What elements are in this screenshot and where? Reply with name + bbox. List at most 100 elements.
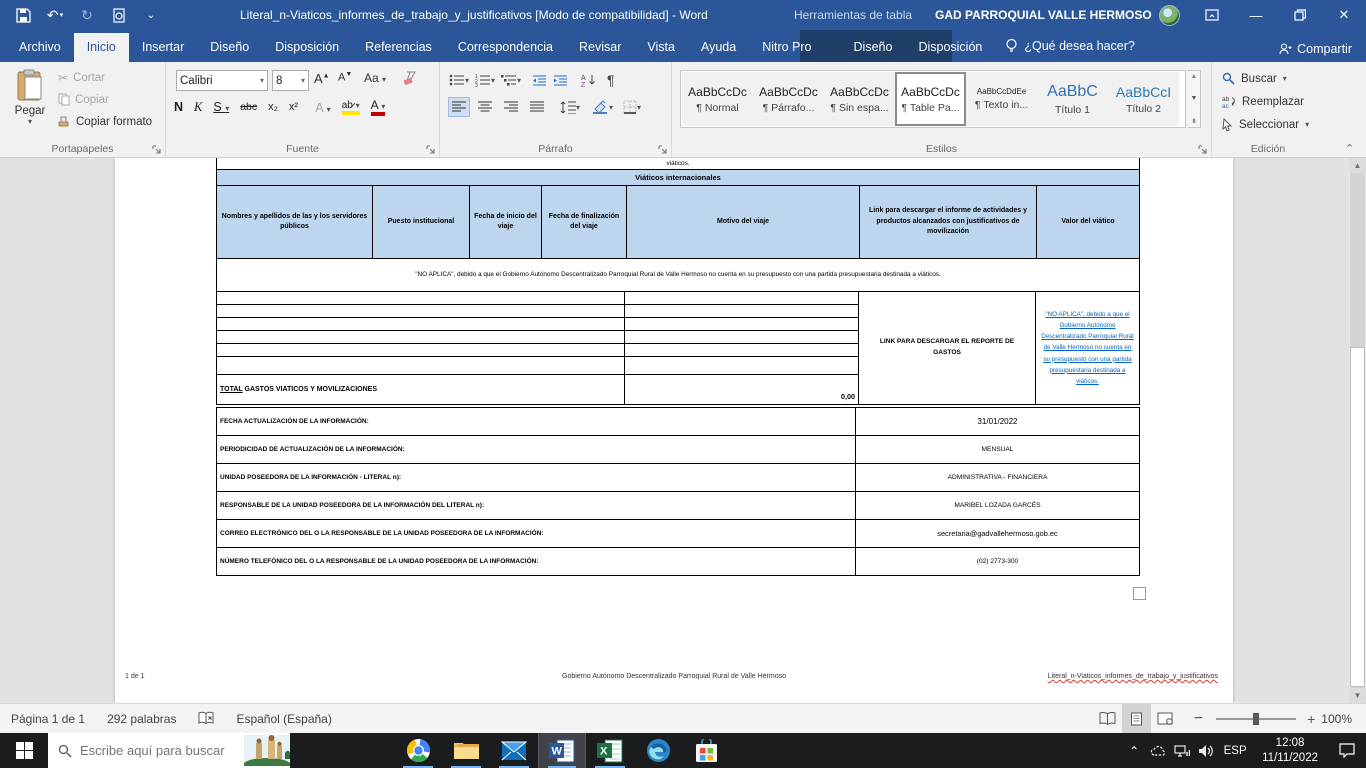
taskbar-chrome-icon[interactable] (394, 733, 442, 768)
shading-icon[interactable]: ▾ (591, 99, 614, 115)
taskbar-edge-icon[interactable] (634, 733, 682, 768)
bullets-icon[interactable]: ▾ (448, 72, 470, 88)
taskbar-store-icon[interactable] (682, 733, 730, 768)
taskbar-explorer-icon[interactable] (442, 733, 490, 768)
info-value-fecha[interactable]: 31/01/2022 (856, 408, 1139, 435)
document-page[interactable]: viáticos. Viáticos internacionales Nombr… (115, 158, 1233, 703)
styles-gallery-more-icon[interactable]: ⇟ (1191, 117, 1197, 125)
style-table-paragraph[interactable]: AaBbCcDc ¶ Table Pa... (895, 72, 966, 126)
tab-insertar[interactable]: Insertar (129, 33, 197, 62)
style-parrafo[interactable]: AaBbCcDc ¶ Párrafo... (753, 72, 824, 126)
cell-no-aplica-row[interactable]: "NO APLICA", debido a que el Gobierno Au… (216, 258, 1140, 292)
avatar[interactable] (1159, 5, 1180, 26)
info-label-fecha[interactable]: FECHA ACTUALIZACIÓN DE LA INFORMACIÓN: (217, 408, 855, 435)
keyboard-language[interactable]: ESP (1218, 733, 1252, 768)
tab-inicio[interactable]: Inicio (74, 33, 129, 62)
strikethrough-icon[interactable]: abc (240, 101, 257, 113)
cell-total-label[interactable]: TOTAL GASTOS VIATICOS Y MOVILIZACIONES (217, 375, 624, 404)
col-fecha-inicio[interactable]: Fecha de inicio del viaje (470, 186, 541, 258)
col-puesto[interactable]: Puesto institucional (373, 186, 469, 258)
empty-cell[interactable] (217, 344, 624, 356)
empty-cell[interactable] (217, 318, 624, 330)
decrease-indent-icon[interactable] (531, 73, 548, 88)
empty-cell[interactable] (217, 292, 624, 304)
tab-referencias[interactable]: Referencias (352, 33, 445, 62)
word-count[interactable]: 292 palabras (96, 704, 187, 734)
justify-icon[interactable] (526, 97, 548, 117)
highlight-icon[interactable]: ab̷ ▾ (342, 100, 360, 115)
select-button[interactable]: Seleccionar ▾ (1222, 118, 1309, 131)
align-left-icon[interactable] (448, 97, 470, 117)
print-preview-icon[interactable] (104, 2, 134, 28)
empty-cell[interactable] (217, 357, 624, 374)
start-button[interactable] (0, 733, 48, 768)
style-titulo-1[interactable]: AaBbC Título 1 (1037, 72, 1108, 126)
font-name-select[interactable]: Calibri▾ (176, 70, 268, 91)
style-normal[interactable]: AaBbCcDc ¶ Normal (682, 72, 753, 126)
borders-icon[interactable]: ▾ (622, 99, 642, 115)
taskbar-word-icon[interactable]: W (538, 733, 586, 768)
info-label-telefono[interactable]: NÚMERO TELEFÓNICO DEL O LA RESPONSABLE D… (217, 548, 855, 575)
taskbar-mail-icon[interactable] (490, 733, 538, 768)
vertical-scrollbar[interactable]: ▲ ▼ (1349, 158, 1366, 703)
tab-correspondencia[interactable]: Correspondencia (445, 33, 566, 62)
font-color-icon[interactable]: A ▾ (371, 98, 386, 116)
taskbar-search[interactable] (48, 733, 290, 768)
styles-scroll-up-icon[interactable]: ▲ (1191, 73, 1198, 80)
zoom-out-icon[interactable]: − (1180, 710, 1207, 728)
info-label-correo[interactable]: CORREO ELECTRÓNICO DEL O LA RESPONSABLE … (217, 520, 855, 547)
search-highlight-image[interactable] (244, 735, 290, 766)
cell-total-value[interactable]: 0,00 (625, 375, 858, 404)
align-right-icon[interactable] (500, 97, 522, 117)
undo-icon[interactable]: ↶▾ (40, 2, 70, 28)
account-name[interactable]: GAD PARROQUIAL VALLE HERMOSO (935, 5, 1180, 26)
page-indicator[interactable]: Página 1 de 1 (0, 704, 96, 734)
tab-archivo[interactable]: Archivo (6, 33, 74, 62)
col-nombres[interactable]: Nombres y apellidos de las y los servido… (217, 186, 372, 258)
info-label-periodicidad[interactable]: PERIODICIDAD DE ACTUALIZACIÓN DE LA INFO… (217, 436, 855, 463)
line-spacing-icon[interactable]: ▾ (559, 100, 581, 115)
table-resize-handle[interactable] (1133, 587, 1146, 600)
pilcrow-icon[interactable]: ¶ (606, 71, 616, 89)
info-value-telefono[interactable]: (02) 2773-300 (856, 548, 1139, 575)
superscript-icon[interactable]: x² (289, 101, 298, 113)
action-center-icon[interactable] (1328, 733, 1366, 768)
search-input[interactable] (80, 743, 230, 758)
cell-link-reporte[interactable]: LINK PARA DESCARGAR EL REPORTE DE GASTOS (859, 292, 1035, 404)
tab-ayuda[interactable]: Ayuda (688, 33, 749, 62)
bold-icon[interactable]: N (174, 100, 183, 114)
zoom-slider[interactable] (1216, 718, 1296, 720)
tray-clock[interactable]: 12:08 11/11/2022 (1252, 736, 1328, 765)
italic-icon[interactable]: K (194, 100, 202, 115)
align-center-icon[interactable] (474, 97, 496, 117)
clear-formatting-icon[interactable] (402, 70, 418, 85)
style-titulo-2[interactable]: AaBbCcI Título 2 (1108, 72, 1179, 126)
styles-dialog-launcher-icon[interactable] (1198, 145, 1208, 155)
info-label-unidad[interactable]: UNIDAD POSEEDORA DE LA INFORMACIÓN - LIT… (217, 464, 855, 491)
info-label-responsable[interactable]: RESPONSABLE DE LA UNIDAD POSEEDORA DE LA… (217, 492, 855, 519)
col-valor[interactable]: Valor del viático (1037, 186, 1139, 258)
info-value-periodicidad[interactable]: MENSUAL (856, 436, 1139, 463)
tab-vista[interactable]: Vista (634, 33, 688, 62)
info-value-responsable[interactable]: MARIBEL LOZADA GARCÉS (856, 492, 1139, 519)
customize-qat-icon[interactable]: ⌄ (136, 2, 166, 28)
scroll-up-icon[interactable]: ▲ (1349, 158, 1366, 173)
underline-icon[interactable]: S ▾ (213, 100, 229, 114)
proofing-status-icon[interactable] (187, 704, 225, 734)
numbering-icon[interactable]: 123▾ (474, 72, 496, 88)
empty-cell[interactable] (217, 331, 624, 343)
close-button[interactable]: ✕ (1322, 0, 1366, 30)
scroll-down-icon[interactable]: ▼ (1349, 688, 1366, 703)
read-mode-icon[interactable] (1093, 704, 1122, 734)
col-fecha-fin[interactable]: Fecha de finalización del viaje (542, 186, 626, 258)
subscript-icon[interactable]: x₂ (268, 101, 278, 113)
empty-cell[interactable] (625, 305, 858, 317)
col-link[interactable]: Link para descargar el informe de activi… (860, 186, 1036, 258)
zoom-slider-thumb[interactable] (1253, 713, 1259, 725)
paste-button[interactable]: Pegar ▾ (9, 69, 51, 126)
tab-tabla-disposicion[interactable]: Disposición (905, 33, 995, 62)
empty-cell[interactable] (625, 344, 858, 356)
paste-dropdown-icon[interactable]: ▾ (9, 117, 51, 126)
find-button[interactable]: Buscar ▾ (1222, 72, 1287, 85)
styles-scroll-down-icon[interactable]: ▼ (1191, 95, 1198, 102)
